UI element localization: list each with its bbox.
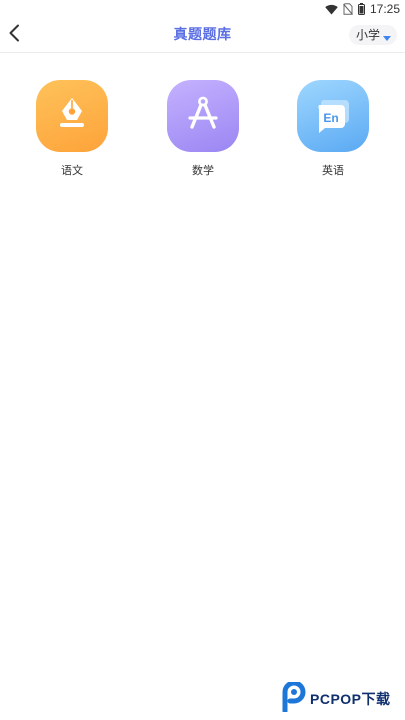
subject-icon-tile (167, 80, 239, 152)
watermark-text: PCPOP下载 (310, 691, 391, 707)
battery-icon (357, 3, 365, 15)
subject-label: 数学 (192, 164, 214, 177)
no-sim-icon (343, 3, 353, 15)
caret-down-icon (383, 26, 391, 45)
subject-item-english[interactable]: En 英语 (288, 80, 378, 178)
subject-label: 英语 (322, 164, 344, 177)
watermark-text-wrap: PCPOP下载 (310, 691, 391, 707)
status-bar: 17:25 (0, 0, 405, 18)
grade-selector[interactable]: 小学 (348, 25, 397, 45)
compass-icon (183, 94, 223, 138)
subject-icon-tile: En (297, 80, 369, 152)
fountain-pen-icon (52, 94, 92, 138)
pcpop-logo-icon (280, 680, 308, 716)
subject-label: 语文 (61, 164, 83, 177)
status-icons: 17:25 (325, 1, 400, 17)
subject-item-chinese[interactable]: 语文 (27, 80, 117, 178)
watermark: PCPOP下载 (280, 680, 400, 716)
title-bar: 真题题库 小学 (0, 18, 405, 53)
wifi-icon (325, 4, 338, 15)
en-speech-bubble-icon: En (312, 93, 354, 139)
page-title: 真题题库 (173, 27, 232, 43)
subject-item-math[interactable]: 数学 (158, 80, 248, 178)
subject-icon-tile (36, 80, 108, 152)
grade-selector-value: 小学 (355, 28, 380, 42)
svg-text:En: En (323, 111, 338, 125)
status-time: 17:25 (369, 2, 400, 16)
